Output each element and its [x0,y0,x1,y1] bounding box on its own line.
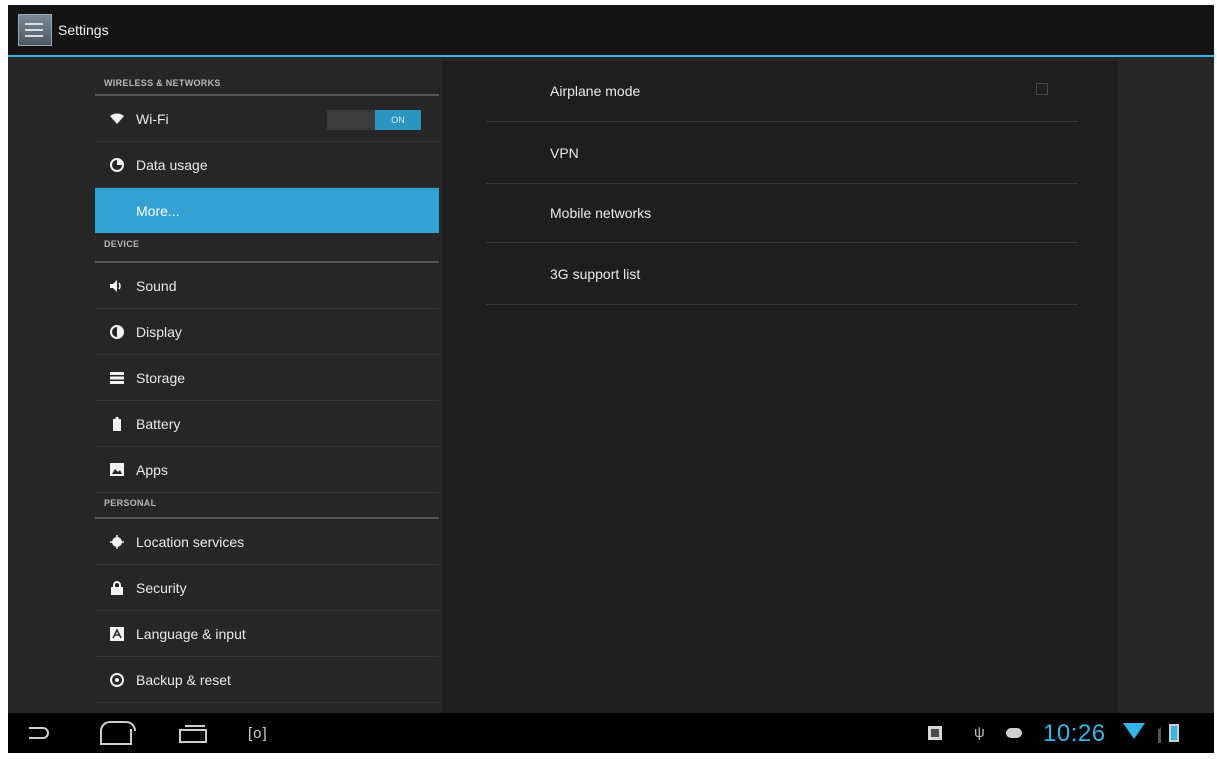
usb-icon: ψ [974,724,985,741]
display-icon [109,324,125,340]
system-navigation-bar: [o] ψ 10:26 [8,713,1214,753]
sidebar-item-battery[interactable]: Battery [95,401,439,447]
section-header-device: DEVICE [95,233,439,263]
sidebar-item-storage[interactable]: Storage [95,355,439,401]
sound-icon [109,278,125,294]
sidebar-item-label: Location services [136,533,245,550]
sidebar-item-label: Battery [136,415,181,432]
sidebar-item-label: Backup & reset [136,671,231,688]
sidebar-item-label: Data usage [136,156,208,173]
language-icon [109,626,125,642]
sidebar-item-more[interactable]: More... [95,188,439,233]
mobile-networks-label: Mobile networks [550,205,652,221]
location-icon [109,534,125,550]
sidebar-item-label: Language & input [136,625,246,642]
settings-detail-pane: Airplane mode VPN Mobile networks 3G sup… [442,61,1118,715]
settings-content: WIRELESS & NETWORKS Wi-Fi ON Data usage … [8,59,1214,715]
sidebar-item-label: Apps [136,461,168,478]
sidebar-item-label: Security [136,579,187,596]
screenshot-icon[interactable]: [o] [248,726,284,742]
vpn-label: VPN [550,144,579,161]
sidebar-item-location[interactable]: Location services [95,519,439,565]
sidebar-item-label: Wi-Fi [136,110,169,127]
3g-support-list-label: 3G support list [550,265,641,282]
sidebar-item-backup[interactable]: Backup & reset [95,657,439,703]
sidebar-item-wifi[interactable]: Wi-Fi ON [95,96,439,142]
sidebar-item-label: Sound [136,277,177,294]
chat-icon [1006,728,1022,738]
sidebar-item-security[interactable]: Security [95,565,439,611]
battery-status-icon [1169,724,1179,742]
wifi-toggle-state: ON [375,110,421,130]
signal-icon [1149,727,1161,743]
apps-icon [109,462,125,478]
settings-category-list: WIRELESS & NETWORKS Wi-Fi ON Data usage … [95,59,439,713]
sidebar-item-label: Storage [136,369,186,386]
battery-icon [109,416,125,432]
airplane-mode-checkbox[interactable] [1036,83,1048,95]
storage-icon [109,370,125,386]
sidebar-item-label: Display [136,323,182,340]
section-header-wireless: WIRELESS & NETWORKS [95,59,439,96]
settings-app-icon[interactable] [18,14,52,46]
recent-apps-icon[interactable] [179,725,207,743]
vpn-row[interactable]: VPN [486,122,1078,184]
backup-icon [109,672,125,688]
page-title: Settings [58,22,109,38]
section-header-personal: PERSONAL [95,493,439,519]
home-icon[interactable] [100,721,136,745]
action-bar: Settings [8,5,1214,57]
sidebar-item-data-usage[interactable]: Data usage [95,142,439,188]
notification-icon[interactable] [928,726,942,740]
sidebar-item-sound[interactable]: Sound [95,263,439,309]
back-icon[interactable] [29,727,49,739]
data-usage-icon [109,157,125,173]
tablet-screen: Settings WIRELESS & NETWORKS Wi-Fi ON Da… [8,5,1214,753]
airplane-mode-row[interactable]: Airplane mode [486,61,1078,122]
sidebar-item-language[interactable]: Language & input [95,611,439,657]
mobile-networks-row[interactable]: Mobile networks [486,184,1078,243]
wifi-toggle[interactable]: ON [327,110,421,130]
sidebar-item-label: More... [136,202,180,219]
3g-support-list-row[interactable]: 3G support list [486,243,1078,305]
airplane-mode-label: Airplane mode [550,83,641,99]
wifi-status-icon [1123,723,1145,743]
sidebar-item-apps[interactable]: Apps [95,447,439,493]
wifi-icon [109,111,125,127]
status-clock[interactable]: 10:26 [1043,720,1106,748]
lock-icon [109,580,125,596]
sidebar-item-display[interactable]: Display [95,309,439,355]
